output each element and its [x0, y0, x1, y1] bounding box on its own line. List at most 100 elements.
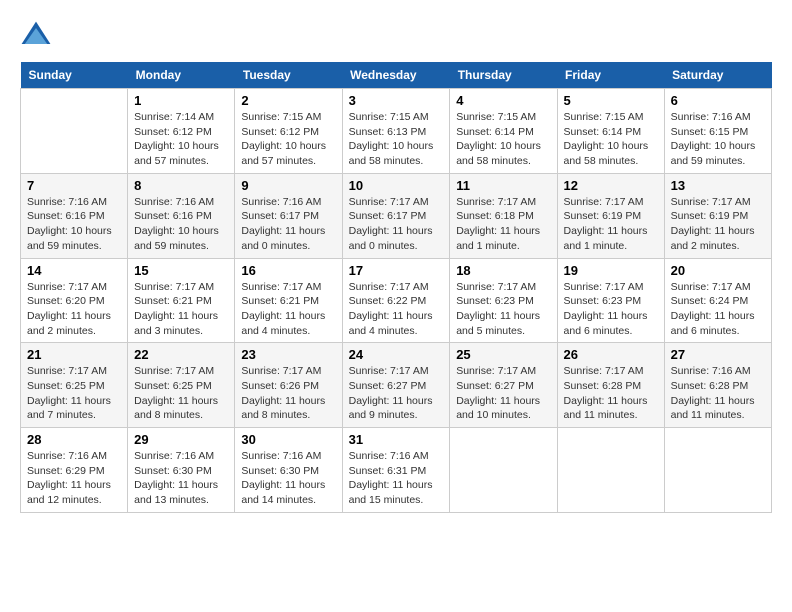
- day-cell: 25Sunrise: 7:17 AM Sunset: 6:27 PM Dayli…: [450, 343, 557, 428]
- day-info: Sunrise: 7:16 AM Sunset: 6:28 PM Dayligh…: [671, 364, 765, 423]
- calendar-table: SundayMondayTuesdayWednesdayThursdayFrid…: [20, 62, 772, 513]
- day-info: Sunrise: 7:17 AM Sunset: 6:28 PM Dayligh…: [564, 364, 658, 423]
- day-number: 31: [349, 432, 444, 447]
- day-cell: 14 Sunrise: 7:17 AM Sunset: 6:20 PM Dayli…: [21, 258, 128, 343]
- day-cell: 26 Sunrise: 7:17 AM Sunset: 6:28 PM Dayli…: [557, 343, 664, 428]
- day-info: Sunrise: 7:16 AM Sunset: 6:31 PM Dayligh…: [349, 449, 444, 508]
- day-number: 20: [671, 263, 765, 278]
- day-cell: 16Sunrise: 7:17 AM Sunset: 6:21 PM Dayli…: [235, 258, 342, 343]
- week-row-2: 7 Sunrise: 7:16 AM Sunset: 6:16 PM Daylig…: [21, 173, 772, 258]
- day-number: 18: [456, 263, 550, 278]
- day-number: 13: [671, 178, 765, 193]
- day-cell: 20 Sunrise: 7:17 AM Sunset: 6:24 PM Dayli…: [664, 258, 771, 343]
- day-info: Sunrise: 7:16 AM Sunset: 6:30 PM Dayligh…: [241, 449, 335, 508]
- day-info: Sunrise: 7:17 AM Sunset: 6:21 PM Dayligh…: [134, 280, 228, 339]
- day-number: 30: [241, 432, 335, 447]
- day-info: Sunrise: 7:16 AM Sunset: 6:30 PM Dayligh…: [134, 449, 228, 508]
- day-cell: [557, 428, 664, 513]
- day-number: 3: [349, 93, 444, 108]
- day-cell: 21 Sunrise: 7:17 AM Sunset: 6:25 PM Dayli…: [21, 343, 128, 428]
- day-cell: 30 Sunrise: 7:16 AM Sunset: 6:30 PM Dayli…: [235, 428, 342, 513]
- day-info: Sunrise: 7:16 AM Sunset: 6:29 PM Dayligh…: [27, 449, 121, 508]
- day-info: Sunrise: 7:17 AM Sunset: 6:23 PM Dayligh…: [564, 280, 658, 339]
- day-info: Sunrise: 7:17 AM Sunset: 6:23 PM Dayligh…: [456, 280, 550, 339]
- day-number: 12: [564, 178, 658, 193]
- day-cell: 7 Sunrise: 7:16 AM Sunset: 6:16 PM Daylig…: [21, 173, 128, 258]
- header-row: SundayMondayTuesdayWednesdayThursdayFrid…: [21, 62, 772, 89]
- day-number: 26: [564, 347, 658, 362]
- day-cell: [450, 428, 557, 513]
- day-info: Sunrise: 7:17 AM Sunset: 6:18 PM Dayligh…: [456, 195, 550, 254]
- day-info: Sunrise: 7:17 AM Sunset: 6:27 PM Dayligh…: [456, 364, 550, 423]
- day-number: 2: [241, 93, 335, 108]
- day-number: 29: [134, 432, 228, 447]
- day-cell: 10Sunrise: 7:17 AM Sunset: 6:17 PM Dayli…: [342, 173, 450, 258]
- header-cell-saturday: Saturday: [664, 62, 771, 89]
- week-row-4: 21 Sunrise: 7:17 AM Sunset: 6:25 PM Dayli…: [21, 343, 772, 428]
- day-number: 5: [564, 93, 658, 108]
- day-info: Sunrise: 7:17 AM Sunset: 6:25 PM Dayligh…: [27, 364, 121, 423]
- day-info: Sunrise: 7:17 AM Sunset: 6:27 PM Dayligh…: [349, 364, 444, 423]
- header-cell-friday: Friday: [557, 62, 664, 89]
- logo-icon: [20, 20, 52, 52]
- day-cell: 24 Sunrise: 7:17 AM Sunset: 6:27 PM Dayli…: [342, 343, 450, 428]
- day-number: 11: [456, 178, 550, 193]
- day-number: 4: [456, 93, 550, 108]
- day-cell: 12 Sunrise: 7:17 AM Sunset: 6:19 PM Dayli…: [557, 173, 664, 258]
- day-cell: 5Sunrise: 7:15 AM Sunset: 6:14 PM Daylig…: [557, 89, 664, 174]
- day-cell: 15Sunrise: 7:17 AM Sunset: 6:21 PM Dayli…: [128, 258, 235, 343]
- day-cell: 27 Sunrise: 7:16 AM Sunset: 6:28 PM Dayli…: [664, 343, 771, 428]
- day-info: Sunrise: 7:16 AM Sunset: 6:17 PM Dayligh…: [241, 195, 335, 254]
- day-info: Sunrise: 7:17 AM Sunset: 6:26 PM Dayligh…: [241, 364, 335, 423]
- day-cell: 22Sunrise: 7:17 AM Sunset: 6:25 PM Dayli…: [128, 343, 235, 428]
- day-cell: 1Sunrise: 7:14 AM Sunset: 6:12 PM Daylig…: [128, 89, 235, 174]
- day-number: 14: [27, 263, 121, 278]
- day-cell: [664, 428, 771, 513]
- day-cell: 11 Sunrise: 7:17 AM Sunset: 6:18 PM Dayli…: [450, 173, 557, 258]
- day-cell: 6 Sunrise: 7:16 AM Sunset: 6:15 PM Daylig…: [664, 89, 771, 174]
- day-info: Sunrise: 7:17 AM Sunset: 6:19 PM Dayligh…: [564, 195, 658, 254]
- header-cell-monday: Monday: [128, 62, 235, 89]
- day-info: Sunrise: 7:17 AM Sunset: 6:22 PM Dayligh…: [349, 280, 444, 339]
- day-info: Sunrise: 7:16 AM Sunset: 6:16 PM Dayligh…: [27, 195, 121, 254]
- week-row-5: 28 Sunrise: 7:16 AM Sunset: 6:29 PM Dayli…: [21, 428, 772, 513]
- day-cell: 4 Sunrise: 7:15 AM Sunset: 6:14 PM Daylig…: [450, 89, 557, 174]
- day-info: Sunrise: 7:15 AM Sunset: 6:13 PM Dayligh…: [349, 110, 444, 169]
- day-number: 17: [349, 263, 444, 278]
- day-number: 19: [564, 263, 658, 278]
- day-number: 21: [27, 347, 121, 362]
- day-cell: 2 Sunrise: 7:15 AM Sunset: 6:12 PM Daylig…: [235, 89, 342, 174]
- day-cell: [21, 89, 128, 174]
- day-number: 6: [671, 93, 765, 108]
- header-cell-thursday: Thursday: [450, 62, 557, 89]
- day-info: Sunrise: 7:17 AM Sunset: 6:19 PM Dayligh…: [671, 195, 765, 254]
- day-cell: 31 Sunrise: 7:16 AM Sunset: 6:31 PM Dayli…: [342, 428, 450, 513]
- day-cell: 19 Sunrise: 7:17 AM Sunset: 6:23 PM Dayli…: [557, 258, 664, 343]
- day-number: 10: [349, 178, 444, 193]
- header-cell-tuesday: Tuesday: [235, 62, 342, 89]
- day-number: 22: [134, 347, 228, 362]
- day-cell: 18 Sunrise: 7:17 AM Sunset: 6:23 PM Dayli…: [450, 258, 557, 343]
- day-cell: 8Sunrise: 7:16 AM Sunset: 6:16 PM Daylig…: [128, 173, 235, 258]
- day-info: Sunrise: 7:17 AM Sunset: 6:20 PM Dayligh…: [27, 280, 121, 339]
- day-cell: 28 Sunrise: 7:16 AM Sunset: 6:29 PM Dayli…: [21, 428, 128, 513]
- day-info: Sunrise: 7:15 AM Sunset: 6:14 PM Dayligh…: [456, 110, 550, 169]
- day-cell: 29 Sunrise: 7:16 AM Sunset: 6:30 PM Dayli…: [128, 428, 235, 513]
- day-number: 27: [671, 347, 765, 362]
- page-header: [20, 20, 772, 52]
- header-cell-sunday: Sunday: [21, 62, 128, 89]
- day-cell: 23Sunrise: 7:17 AM Sunset: 6:26 PM Dayli…: [235, 343, 342, 428]
- day-info: Sunrise: 7:15 AM Sunset: 6:12 PM Dayligh…: [241, 110, 335, 169]
- day-info: Sunrise: 7:16 AM Sunset: 6:15 PM Dayligh…: [671, 110, 765, 169]
- day-number: 7: [27, 178, 121, 193]
- day-number: 16: [241, 263, 335, 278]
- day-cell: 9Sunrise: 7:16 AM Sunset: 6:17 PM Daylig…: [235, 173, 342, 258]
- day-cell: 17 Sunrise: 7:17 AM Sunset: 6:22 PM Dayli…: [342, 258, 450, 343]
- day-info: Sunrise: 7:17 AM Sunset: 6:24 PM Dayligh…: [671, 280, 765, 339]
- day-number: 24: [349, 347, 444, 362]
- header-cell-wednesday: Wednesday: [342, 62, 450, 89]
- day-number: 28: [27, 432, 121, 447]
- week-row-1: 1Sunrise: 7:14 AM Sunset: 6:12 PM Daylig…: [21, 89, 772, 174]
- day-info: Sunrise: 7:16 AM Sunset: 6:16 PM Dayligh…: [134, 195, 228, 254]
- week-row-3: 14 Sunrise: 7:17 AM Sunset: 6:20 PM Dayli…: [21, 258, 772, 343]
